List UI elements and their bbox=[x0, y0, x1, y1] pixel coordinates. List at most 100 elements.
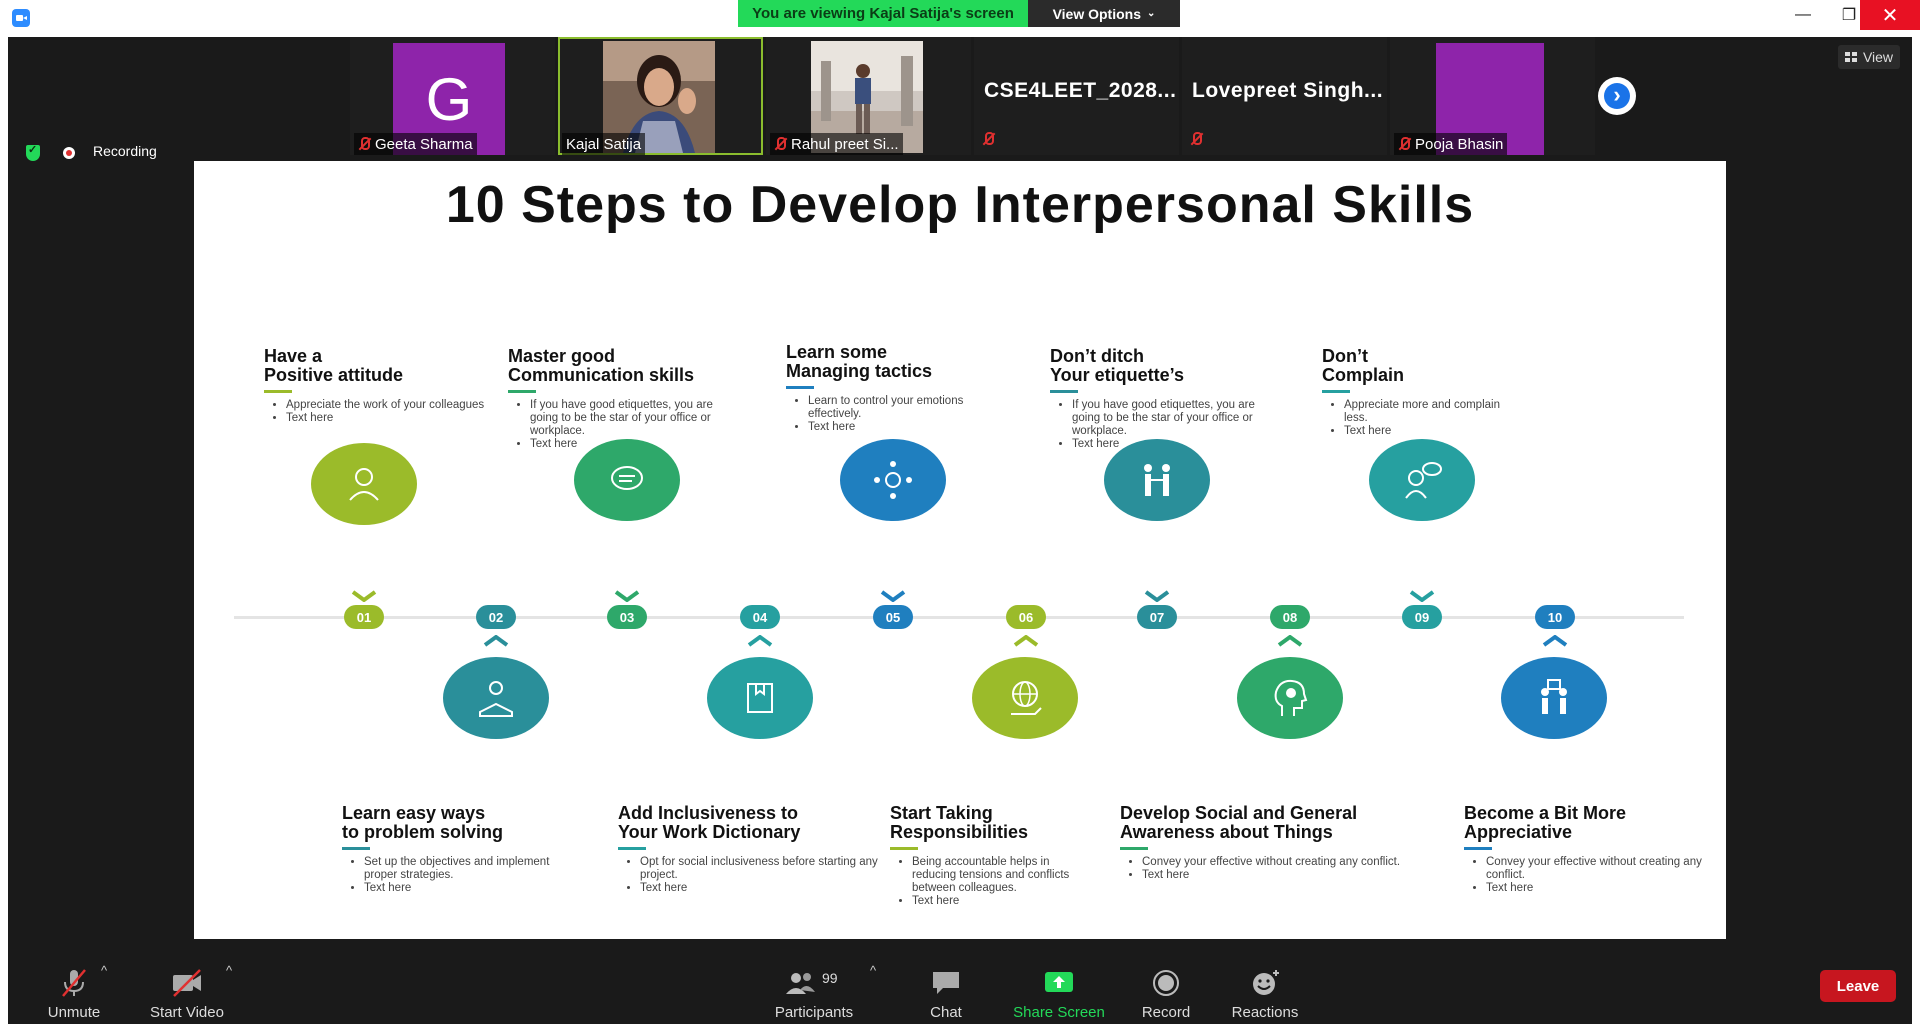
record-icon bbox=[1153, 970, 1179, 996]
leave-meeting-button[interactable]: Leave bbox=[1820, 970, 1896, 1002]
timeline-line bbox=[234, 616, 1684, 619]
step-bullet: Text here bbox=[640, 882, 878, 895]
step-bullet: Text here bbox=[912, 895, 1090, 908]
step-title-line2: Managing tactics bbox=[786, 361, 933, 381]
step-number-badge: 09 bbox=[1402, 605, 1442, 629]
gallery-next-page-button[interactable]: › bbox=[1598, 77, 1636, 115]
step-bullet: Convey your effective without creating a… bbox=[1486, 856, 1704, 882]
step-title-line2: Your Work Dictionary bbox=[618, 822, 801, 842]
step-title-line1: Add Inclusiveness to bbox=[618, 803, 799, 823]
minimize-window-button[interactable]: — bbox=[1780, 0, 1826, 30]
start-video-button[interactable]: Start Video bbox=[142, 961, 232, 1021]
step-underline bbox=[1120, 847, 1148, 850]
step-bullet: Text here bbox=[286, 412, 494, 425]
participant-tile[interactable]: G Geeta Sharma bbox=[350, 37, 555, 155]
step-bullets: Convey your effective without creating a… bbox=[1120, 856, 1430, 882]
dictionary-book-icon bbox=[747, 683, 773, 713]
participant-tile-active-speaker[interactable]: Kajal Satija bbox=[558, 37, 763, 155]
step-number-badge: 10 bbox=[1535, 605, 1575, 629]
participant-tile[interactable]: Rahul preet Si... bbox=[766, 37, 971, 155]
two-people-icon bbox=[1541, 679, 1567, 714]
audio-options-caret-icon[interactable]: ^ bbox=[101, 963, 107, 978]
step-04-icon-circle bbox=[707, 657, 813, 739]
step-06-icon-circle bbox=[972, 657, 1078, 739]
step-bullet: If you have good etiquettes, you are goi… bbox=[1072, 399, 1280, 438]
step-bullet: Being accountable helps in reducing tens… bbox=[912, 856, 1090, 895]
step-underline bbox=[342, 847, 370, 850]
share-screen-button[interactable]: Share Screen bbox=[1004, 961, 1114, 1021]
step-number-badge: 06 bbox=[1006, 605, 1046, 629]
record-label: Record bbox=[1141, 1004, 1191, 1021]
participant-tile[interactable]: CSE4LEET_2028... bbox=[974, 37, 1179, 155]
step-bullet: Appreciate more and complain less. bbox=[1344, 399, 1514, 425]
participant-name: Rahul preet Si... bbox=[791, 135, 899, 153]
participants-label: Participants bbox=[774, 1004, 854, 1021]
reactions-button[interactable]: Reactions bbox=[1220, 961, 1310, 1021]
handshake-people-icon bbox=[1144, 464, 1170, 496]
microphone-muted-icon bbox=[1398, 137, 1410, 151]
participants-button[interactable]: 99 Participants bbox=[764, 961, 864, 1021]
step-title-line2: Complain bbox=[1322, 365, 1405, 385]
participants-icon-group: 99 bbox=[784, 968, 844, 998]
step-09-icon-circle bbox=[1369, 439, 1475, 521]
gear-network-icon bbox=[874, 461, 912, 499]
chat-button[interactable]: Chat bbox=[916, 961, 976, 1021]
title-bar: You are viewing Kajal Satija's screen Vi… bbox=[0, 0, 1920, 37]
viewing-banner-text: You are viewing Kajal Satija's screen bbox=[752, 5, 1014, 22]
avatar-letter: G bbox=[425, 65, 473, 133]
chevron-up-icon bbox=[747, 635, 773, 647]
step-08-icon-circle bbox=[1237, 657, 1343, 739]
participants-options-caret-icon[interactable]: ^ bbox=[870, 963, 876, 978]
step-title-line2: Appreciative bbox=[1464, 822, 1573, 842]
participant-name: Pooja Bhasin bbox=[1415, 135, 1504, 153]
view-layout-button[interactable]: View bbox=[1838, 45, 1900, 69]
participant-tile[interactable]: Lovepreet Singh... bbox=[1182, 37, 1387, 155]
step-number-badge: 07 bbox=[1137, 605, 1177, 629]
meeting-area: G Geeta Sharma Kajal Satija Rahul preet … bbox=[8, 37, 1912, 1024]
participant-name-tag: Kajal Satija bbox=[562, 133, 646, 155]
participant-mute-status bbox=[1190, 132, 1202, 151]
step-04-text: Add Inclusiveness to Your Work Dictionar… bbox=[618, 804, 878, 895]
step-title-line1: Learn some bbox=[786, 342, 888, 362]
unmute-label: Unmute bbox=[47, 1004, 101, 1021]
step-bullet: Appreciate the work of your colleagues bbox=[286, 399, 494, 412]
participant-name: Kajal Satija bbox=[566, 135, 642, 153]
reactions-smiley-icon bbox=[1253, 970, 1279, 995]
chat-bubble-icon bbox=[933, 972, 959, 994]
chevron-down-icon: ⌄ bbox=[1147, 8, 1156, 19]
step-07-icon-circle bbox=[1104, 439, 1210, 521]
video-camera-off-icon bbox=[173, 969, 201, 997]
step-bullets: Opt for social inclusiveness before star… bbox=[618, 856, 878, 895]
step-underline bbox=[890, 847, 918, 850]
participant-tile[interactable]: Pooja Bhasin bbox=[1390, 37, 1595, 155]
chevron-down-icon bbox=[880, 590, 906, 602]
step-bullets: Being accountable helps in reducing tens… bbox=[890, 856, 1090, 908]
participants-icon bbox=[786, 973, 815, 994]
maximize-icon: ❐ bbox=[1841, 7, 1857, 24]
microphone-muted-icon bbox=[774, 137, 786, 151]
close-window-button[interactable]: ✕ bbox=[1860, 0, 1920, 30]
step-underline bbox=[1322, 390, 1350, 393]
step-title-line1: Master good bbox=[508, 346, 616, 366]
video-options-caret-icon[interactable]: ^ bbox=[226, 963, 232, 978]
step-03-icon-circle bbox=[574, 439, 680, 521]
participants-count: 99 bbox=[822, 970, 838, 986]
participant-gallery-strip: G Geeta Sharma Kajal Satija Rahul preet … bbox=[350, 37, 1595, 157]
encryption-shield-icon[interactable] bbox=[26, 143, 40, 161]
viewing-screen-banner: You are viewing Kajal Satija's screen bbox=[738, 0, 1028, 27]
step-bullet: Text here bbox=[1486, 882, 1704, 895]
microphone-muted-icon bbox=[62, 969, 86, 997]
record-button[interactable]: Record bbox=[1130, 961, 1202, 1021]
step-title-line1: Don’t ditch bbox=[1050, 346, 1144, 366]
view-options-button[interactable]: View Options ⌄ bbox=[1028, 0, 1180, 27]
microphone-muted-icon bbox=[982, 132, 994, 146]
chevron-down-icon bbox=[351, 590, 377, 602]
close-icon: ✕ bbox=[1881, 4, 1899, 27]
step-10-text: Become a Bit More Appreciative Convey yo… bbox=[1464, 804, 1704, 895]
step-underline bbox=[1464, 847, 1492, 850]
participant-name: Geeta Sharma bbox=[375, 135, 473, 153]
view-layout-label: View bbox=[1862, 49, 1894, 65]
step-bullets: Appreciate more and complain less. Text … bbox=[1322, 399, 1514, 438]
thinking-person-icon bbox=[1405, 462, 1442, 499]
step-title-line1: Have a bbox=[264, 346, 323, 366]
